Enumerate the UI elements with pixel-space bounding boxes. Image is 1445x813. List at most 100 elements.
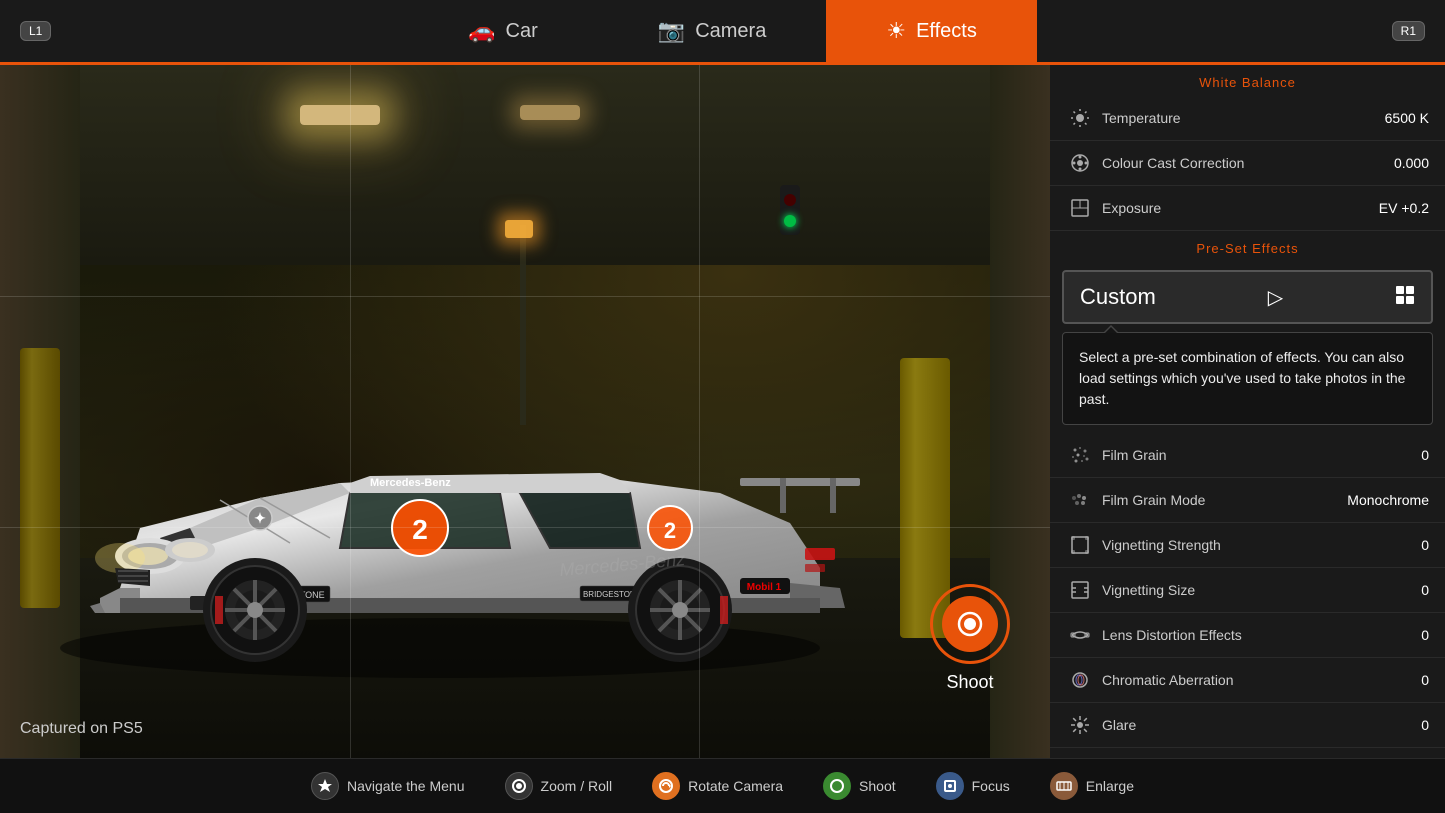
vignetting-strength-icon	[1066, 531, 1094, 559]
white-balance-header: White Balance	[1050, 65, 1445, 96]
film-grain-row[interactable]: Film Grain 0	[1050, 433, 1445, 478]
colour-cast-row[interactable]: Colour Cast Correction 0.000	[1050, 141, 1445, 186]
orange-underline	[0, 62, 1445, 65]
top-navigation: L1 🚗 Car 📷 Camera ☀ Effects R1	[0, 0, 1445, 62]
preset-effects-header: Pre-Set Effects	[1050, 231, 1445, 262]
enlarge-icon	[1050, 772, 1078, 800]
svg-text:2: 2	[412, 514, 428, 545]
chromatic-aberration-icon	[1066, 666, 1094, 694]
rotate-btn: Rotate Camera	[652, 772, 783, 800]
film-grain-label: Film Grain	[1094, 447, 1421, 463]
vignetting-strength-value: 0	[1421, 537, 1429, 553]
tab-effects[interactable]: ☀ Effects	[826, 0, 1037, 62]
shoot-circle-button[interactable]	[930, 584, 1010, 664]
tab-camera-label: Camera	[695, 20, 766, 43]
tab-camera[interactable]: 📷 Camera	[598, 0, 827, 62]
vignetting-size-value: 0	[1421, 582, 1429, 598]
rotate-label: Rotate Camera	[688, 778, 783, 794]
svg-text:✦: ✦	[254, 510, 266, 526]
l1-button[interactable]: L1	[20, 21, 51, 41]
effects-icon: ☀	[886, 18, 906, 44]
colour-cast-icon	[1066, 149, 1094, 177]
preset-grid-icon	[1395, 285, 1415, 310]
exposure-label: Exposure	[1094, 200, 1379, 216]
temperature-label: Temperature	[1094, 110, 1385, 126]
film-grain-mode-icon	[1066, 486, 1094, 514]
film-grain-mode-label: Film Grain Mode	[1094, 492, 1347, 508]
lens-distortion-label: Lens Distortion Effects	[1094, 627, 1421, 643]
rotate-icon	[652, 772, 680, 800]
shoot-bottom-label: Shoot	[859, 778, 896, 794]
navigate-btn: Navigate the Menu	[311, 772, 465, 800]
tab-car-label: Car	[506, 20, 538, 43]
screen-effect-header[interactable]: Screen Effect 1 ▼	[1050, 748, 1445, 758]
glare-label: Glare	[1094, 717, 1421, 733]
glare-icon	[1066, 711, 1094, 739]
car-scene-background: ✦ 2 2 Mercedes-Benz AMG BRIDGESTON	[0, 65, 1050, 758]
shoot-circle-inner	[942, 596, 998, 652]
glare-row[interactable]: Glare 0	[1050, 703, 1445, 748]
focus-icon	[936, 772, 964, 800]
zoom-btn: Zoom / Roll	[505, 772, 613, 800]
captured-label: Captured on PS5	[20, 720, 143, 738]
focus-label: Focus	[972, 778, 1010, 794]
lens-distortion-value: 0	[1421, 627, 1429, 643]
zoom-label: Zoom / Roll	[541, 778, 613, 794]
yellow-pillar-left	[20, 348, 60, 608]
preset-value: Custom	[1080, 284, 1156, 310]
vignetting-size-label: Vignetting Size	[1094, 582, 1421, 598]
preset-tooltip: Select a pre-set combination of effects.…	[1062, 332, 1433, 425]
enlarge-btn: Enlarge	[1050, 772, 1134, 800]
car-image: ✦ 2 2 Mercedes-Benz AMG BRIDGESTON	[60, 328, 880, 678]
ceiling-light-1	[300, 105, 380, 125]
focus-btn: Focus	[936, 772, 1010, 800]
traffic-light-green	[784, 215, 796, 227]
preset-selector[interactable]: Custom ▷	[1062, 270, 1433, 324]
enlarge-label: Enlarge	[1086, 778, 1134, 794]
svg-text:2: 2	[664, 518, 676, 543]
shoot-bottom-btn: Shoot	[823, 772, 896, 800]
traffic-light-red	[784, 194, 796, 206]
film-grain-value: 0	[1421, 447, 1429, 463]
glare-value: 0	[1421, 717, 1429, 733]
tooltip-text: Select a pre-set combination of effects.…	[1079, 349, 1405, 407]
temperature-row[interactable]: Temperature 6500 K	[1050, 96, 1445, 141]
temperature-icon	[1066, 104, 1094, 132]
shoot-button-area[interactable]: Shoot	[900, 584, 1040, 693]
chromatic-aberration-label: Chromatic Aberration	[1094, 672, 1421, 688]
temperature-value: 6500 K	[1385, 110, 1429, 126]
chromatic-aberration-value: 0	[1421, 672, 1429, 688]
traffic-light	[780, 185, 800, 235]
right-panel: White Balance Temperature 6500 K	[1050, 65, 1445, 758]
chromatic-aberration-row[interactable]: Chromatic Aberration 0	[1050, 658, 1445, 703]
colour-cast-value: 0.000	[1394, 155, 1429, 171]
vignetting-strength-label: Vignetting Strength	[1094, 537, 1421, 553]
tab-effects-label: Effects	[916, 20, 977, 43]
film-grain-mode-row[interactable]: Film Grain Mode Monochrome	[1050, 478, 1445, 523]
car-icon: 🚗	[468, 18, 495, 44]
exposure-icon	[1066, 194, 1094, 222]
exposure-value: EV +0.2	[1379, 200, 1429, 216]
bottom-bar: Navigate the Menu Zoom / Roll Rotate Cam…	[0, 758, 1445, 813]
main-viewport: ✦ 2 2 Mercedes-Benz AMG BRIDGESTON	[0, 65, 1050, 758]
ceiling-light-2	[520, 105, 580, 120]
vignetting-size-row[interactable]: Vignetting Size 0	[1050, 568, 1445, 613]
lens-distortion-icon	[1066, 621, 1094, 649]
camera-icon: 📷	[658, 18, 685, 44]
shoot-label: Shoot	[900, 672, 1040, 693]
navigate-icon	[311, 772, 339, 800]
film-grain-mode-value: Monochrome	[1347, 492, 1429, 508]
vignetting-strength-row[interactable]: Vignetting Strength 0	[1050, 523, 1445, 568]
zoom-icon	[505, 772, 533, 800]
colour-cast-label: Colour Cast Correction	[1094, 155, 1394, 171]
lens-distortion-row[interactable]: Lens Distortion Effects 0	[1050, 613, 1445, 658]
svg-text:Mobil 1: Mobil 1	[747, 582, 782, 593]
r1-button[interactable]: R1	[1392, 21, 1425, 41]
street-light-head	[505, 220, 533, 238]
shoot-bottom-icon	[823, 772, 851, 800]
svg-text:Mercedes-Benz: Mercedes-Benz	[370, 477, 451, 489]
navigate-label: Navigate the Menu	[347, 778, 465, 794]
exposure-row[interactable]: Exposure EV +0.2	[1050, 186, 1445, 231]
tab-car[interactable]: 🚗 Car	[408, 0, 598, 62]
preset-arrow-icon: ▷	[1268, 285, 1283, 310]
